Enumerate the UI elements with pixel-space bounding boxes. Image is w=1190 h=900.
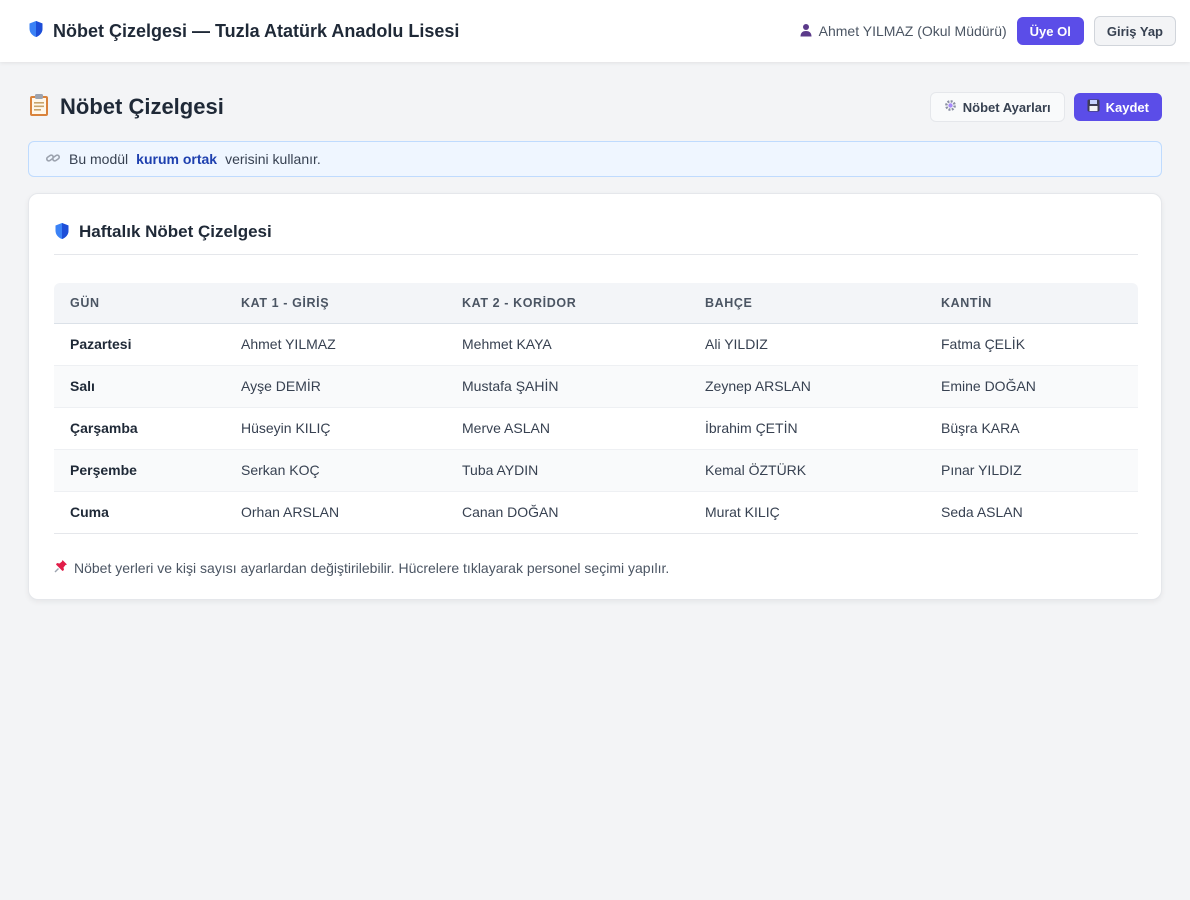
duty-cell[interactable]: Kemal ÖZTÜRK <box>689 449 925 492</box>
shield-icon <box>54 222 70 245</box>
table-row: Pazartesi Ahmet YILMAZ Mehmet KAYA Ali Y… <box>54 323 1138 366</box>
column-header-floor1: KAT 1 - GİRİŞ <box>225 283 446 324</box>
duty-cell[interactable]: Hüseyin KILIÇ <box>225 407 446 450</box>
footnote-text: Nöbet yerleri ve kişi sayısı ayarlardan … <box>74 559 670 576</box>
duty-cell[interactable]: Canan DOĞAN <box>446 491 689 534</box>
link-icon <box>45 151 61 168</box>
table-row: Perşembe Serkan KOÇ Tuba AYDIN Kemal ÖZT… <box>54 449 1138 492</box>
schedule-table: GÜN KAT 1 - GİRİŞ KAT 2 - KORİDOR BAHÇE … <box>54 283 1138 534</box>
day-cell: Çarşamba <box>54 407 225 450</box>
table-row: Cuma Orhan ARSLAN Canan DOĞAN Murat KILI… <box>54 491 1138 534</box>
table-header-row: GÜN KAT 1 - GİRİŞ KAT 2 - KORİDOR BAHÇE … <box>54 283 1138 324</box>
signup-button[interactable]: Üye Ol <box>1016 17 1084 45</box>
settings-label: Nöbet Ayarları <box>962 99 1051 115</box>
day-cell: Perşembe <box>54 449 225 492</box>
top-bar: Nöbet Çizelgesi — Tuzla Atatürk Anadolu … <box>0 0 1190 62</box>
duty-cell[interactable]: Mehmet KAYA <box>446 323 689 366</box>
clipboard-icon <box>28 93 50 122</box>
settings-button[interactable]: Nöbet Ayarları <box>929 92 1065 122</box>
user-icon <box>799 23 813 40</box>
info-prefix: Bu modül <box>69 151 129 167</box>
duty-cell[interactable]: Ali YILDIZ <box>689 323 925 366</box>
duty-cell[interactable]: Büşra KARA <box>925 407 1138 450</box>
duty-cell[interactable]: Seda ASLAN <box>925 491 1138 534</box>
column-header-floor2: KAT 2 - KORİDOR <box>446 283 689 324</box>
current-user: Ahmet YILMAZ (Okul Müdürü) <box>799 23 1007 40</box>
duty-cell[interactable]: Mustafa ŞAHİN <box>446 365 689 408</box>
brand: Nöbet Çizelgesi — Tuzla Atatürk Anadolu … <box>28 20 459 43</box>
duty-cell[interactable]: Merve ASLAN <box>446 407 689 450</box>
floppy-disk-icon <box>1087 99 1100 115</box>
day-cell: Salı <box>54 365 225 408</box>
duty-cell[interactable]: Fatma ÇELİK <box>925 323 1138 366</box>
duty-cell[interactable]: Tuba AYDIN <box>446 449 689 492</box>
shield-icon <box>28 20 44 43</box>
table-row: Salı Ayşe DEMİR Mustafa ŞAHİN Zeynep ARS… <box>54 365 1138 408</box>
day-cell: Pazartesi <box>54 323 225 366</box>
schedule-card: Haftalık Nöbet Çizelgesi GÜN KAT 1 - GİR… <box>28 193 1162 600</box>
page-title: Nöbet Çizelgesi <box>60 94 224 119</box>
duty-cell[interactable]: Zeynep ARSLAN <box>689 365 925 408</box>
login-button[interactable]: Giriş Yap <box>1093 16 1176 46</box>
info-suffix: verisini kullanır. <box>225 151 321 167</box>
day-cell: Cuma <box>54 491 225 534</box>
app-title: Nöbet Çizelgesi — Tuzla Atatürk Anadolu … <box>53 20 460 41</box>
card-title: Haftalık Nöbet Çizelgesi <box>79 222 272 241</box>
table-row: Çarşamba Hüseyin KILIÇ Merve ASLAN İbrah… <box>54 407 1138 450</box>
save-button[interactable]: Kaydet <box>1073 93 1162 121</box>
column-header-garden: BAHÇE <box>689 283 925 324</box>
info-banner: Bu modül kurum ortak verisini kullanır. <box>28 141 1162 177</box>
card-header: Haftalık Nöbet Çizelgesi <box>54 214 1138 255</box>
duty-cell[interactable]: Orhan ARSLAN <box>225 491 446 534</box>
info-highlight: kurum ortak <box>136 151 218 167</box>
column-header-canteen: KANTİN <box>925 283 1138 324</box>
duty-cell[interactable]: Pınar YILDIZ <box>925 449 1138 492</box>
duty-cell[interactable]: Serkan KOÇ <box>225 449 446 492</box>
save-label: Kaydet <box>1105 99 1149 115</box>
column-header-day: GÜN <box>54 283 225 324</box>
footnote: Nöbet yerleri ve kişi sayısı ayarlardan … <box>54 559 669 576</box>
page-header: Nöbet Çizelgesi Nöbet Ayarları Kaydet <box>28 90 1162 124</box>
gear-icon <box>944 99 957 115</box>
user-area: Ahmet YILMAZ (Okul Müdürü) Üye Ol Giriş … <box>799 16 1176 46</box>
page-actions: Nöbet Ayarları Kaydet <box>929 92 1162 122</box>
duty-cell[interactable]: Ahmet YILMAZ <box>225 323 446 366</box>
duty-cell[interactable]: İbrahim ÇETİN <box>689 407 925 450</box>
duty-cell[interactable]: Ayşe DEMİR <box>225 365 446 408</box>
duty-cell[interactable]: Emine DOĞAN <box>925 365 1138 408</box>
user-name: Ahmet YILMAZ (Okul Müdürü) <box>818 23 1007 39</box>
page-title-wrap: Nöbet Çizelgesi <box>28 93 224 122</box>
duty-cell[interactable]: Murat KILIÇ <box>689 491 925 534</box>
pushpin-icon <box>54 559 68 576</box>
